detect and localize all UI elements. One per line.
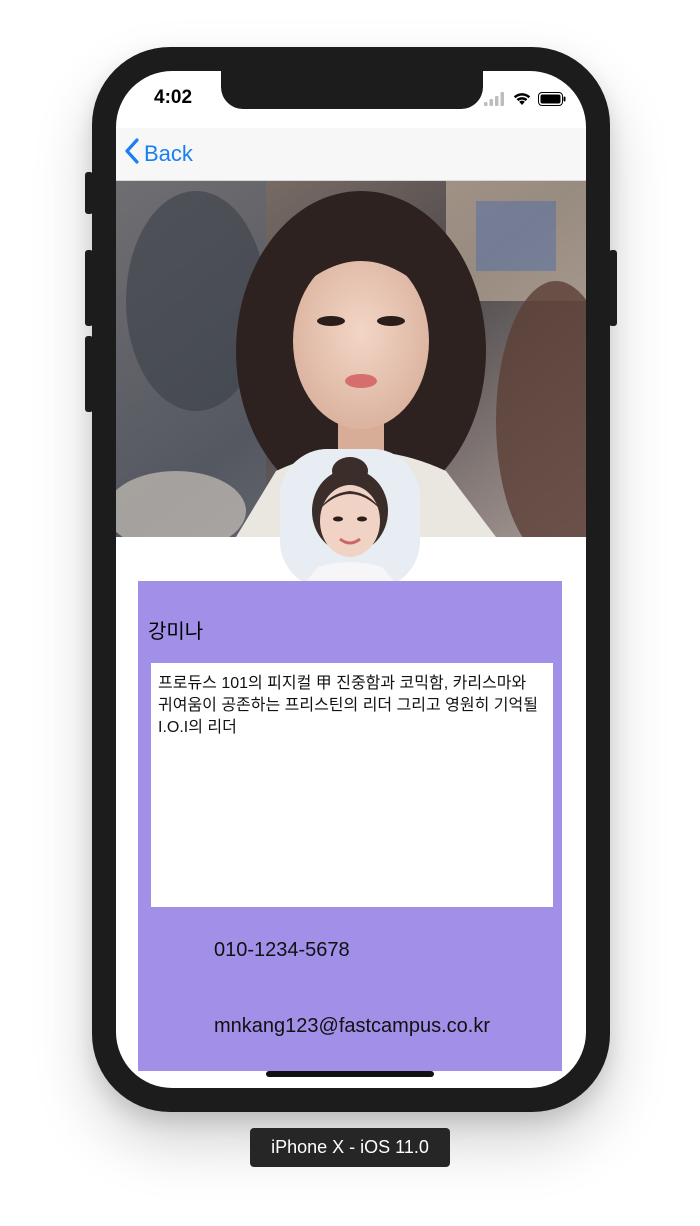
- status-time: 4:02: [154, 87, 193, 108]
- device-screen: 4:02 Back 강미나 프로듀스 101의 피지컬 甲 진중함과 코믹함, …: [116, 71, 586, 1088]
- mute-switch: [85, 172, 93, 214]
- simulator-stage: 4:02 Back 강미나 프로듀스 101의 피지컬 甲 진중함과 코믹함, …: [0, 0, 700, 1226]
- notch: [221, 71, 483, 109]
- status-icons: [484, 91, 566, 111]
- phone-label: 010-1234-5678: [214, 939, 350, 961]
- wifi-icon: [512, 91, 532, 111]
- profile-photo: [280, 449, 420, 589]
- chevron-left-icon: [124, 138, 144, 170]
- back-button[interactable]: Back: [124, 138, 193, 170]
- info-card: 강미나 프로듀스 101의 피지컬 甲 진중함과 코믹함, 카리스마와 귀여움이…: [138, 581, 562, 1071]
- simulator-device-label: iPhone X - iOS 11.0: [250, 1128, 450, 1167]
- email-label: mnkang123@fastcampus.co.kr: [214, 1015, 490, 1037]
- home-indicator[interactable]: [266, 1071, 434, 1077]
- cellular-signal-icon: [484, 91, 506, 111]
- bio-textview[interactable]: 프로듀스 101의 피지컬 甲 진중함과 코믹함, 카리스마와 귀여움이 공존하…: [151, 663, 553, 907]
- power-button: [609, 250, 617, 326]
- navigation-bar: Back: [116, 128, 586, 181]
- volume-up-button: [85, 250, 93, 326]
- bio-text: 프로듀스 101의 피지컬 甲 진중함과 코믹함, 카리스마와 귀여움이 공존하…: [158, 675, 538, 736]
- volume-down-button: [85, 336, 93, 412]
- name-label: 강미나: [148, 621, 204, 643]
- battery-icon: [538, 91, 566, 111]
- back-label: Back: [144, 141, 193, 166]
- profile-photo-art: [280, 449, 420, 589]
